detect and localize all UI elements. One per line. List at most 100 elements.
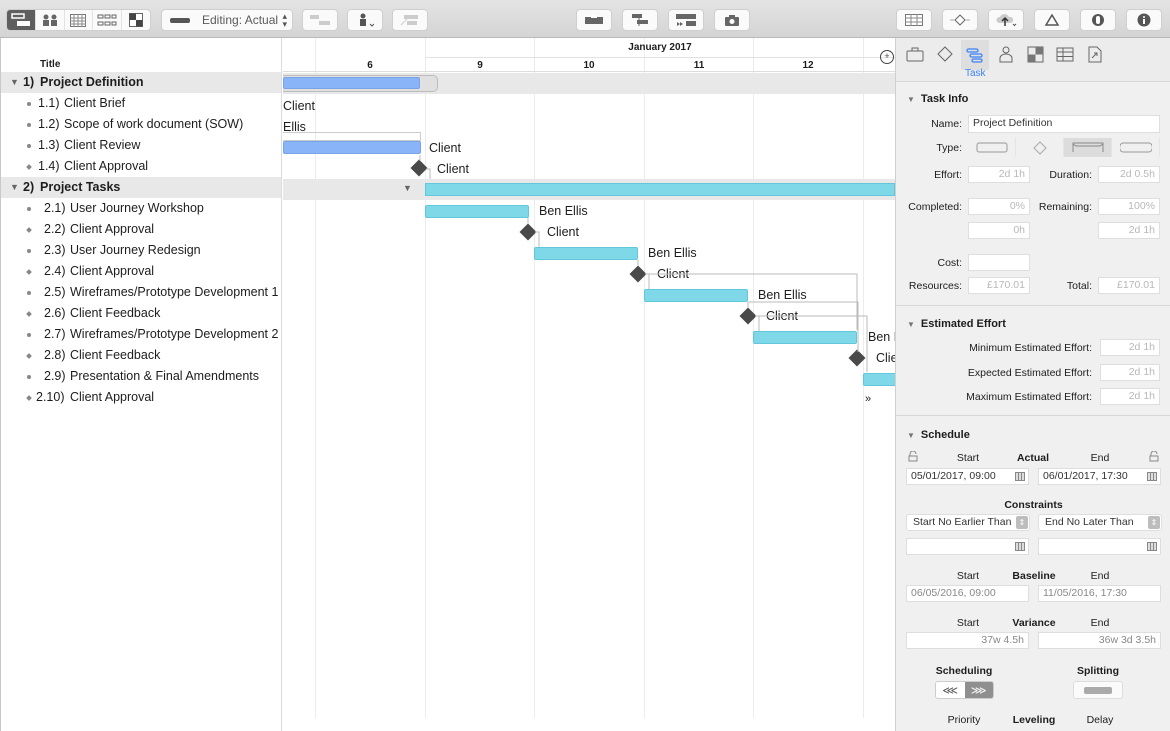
min-effort-field[interactable]: 2d 1h xyxy=(1100,339,1160,356)
outline-task-row[interactable]: 1.4) Client Approval xyxy=(1,156,281,177)
schedule-backward-icon[interactable]: ⋘ xyxy=(936,682,965,698)
outline-task-row[interactable]: 1.1) Client Brief xyxy=(1,93,281,114)
outline-task-row[interactable]: 2.1) User Journey Workshop xyxy=(1,198,281,219)
table-button[interactable] xyxy=(896,9,932,31)
outline-title[interactable]: Presentation & Final Amendments xyxy=(70,366,259,387)
network-view-button[interactable] xyxy=(93,10,123,30)
outline-title[interactable]: Project Tasks xyxy=(40,177,120,198)
gantt-view-button[interactable] xyxy=(7,10,36,30)
outline-task-row[interactable]: 2.7) Wireframes/Prototype Development 2 xyxy=(1,324,281,345)
constraint-start-popup[interactable]: Start No Earlier Than ⇕ xyxy=(906,514,1030,531)
calendar-view-button[interactable] xyxy=(65,10,94,30)
group-tasks-button[interactable] xyxy=(622,9,658,31)
outline-group-row[interactable]: ▼ 2) Project Tasks xyxy=(1,177,281,198)
lock-start-icon[interactable] xyxy=(908,451,918,462)
total-cost-field[interactable]: £170.01 xyxy=(1098,277,1160,294)
scheduling-direction-selector[interactable]: ⋘ ⋙ xyxy=(935,681,994,699)
tab-table[interactable] xyxy=(1051,42,1079,66)
lock-end-icon[interactable] xyxy=(1149,451,1159,462)
outline-title[interactable]: Client Review xyxy=(64,135,140,156)
calendar-icon[interactable] xyxy=(1015,542,1025,551)
outline-title[interactable]: Wireframes/Prototype Development 2 xyxy=(70,324,278,345)
resource-view-button[interactable] xyxy=(36,10,65,30)
tab-project[interactable] xyxy=(901,42,929,66)
remaining-percent-field[interactable]: 100% xyxy=(1098,198,1160,215)
section-estimated-effort[interactable]: ▼ Estimated Effort xyxy=(907,318,1006,330)
outline-task-row[interactable]: 2.5) Wireframes/Prototype Development 1 xyxy=(1,282,281,303)
split-task-button[interactable] xyxy=(392,9,428,31)
cost-field[interactable] xyxy=(968,254,1030,271)
outline-title[interactable]: Scope of work document (SOW) xyxy=(64,114,243,135)
tab-export[interactable] xyxy=(1081,42,1109,66)
outline-title[interactable]: Project Definition xyxy=(40,72,143,93)
section-schedule[interactable]: ▼ Schedule xyxy=(907,429,970,441)
calendar-icon[interactable] xyxy=(1147,472,1157,481)
type-hammock-button[interactable] xyxy=(1112,138,1160,157)
outline-title[interactable]: User Journey Workshop xyxy=(70,198,204,219)
baseline-end-field[interactable]: 11/05/2016, 17:30 xyxy=(1038,585,1161,602)
snapshot-button[interactable] xyxy=(714,9,750,31)
outline-title[interactable]: Client Approval xyxy=(64,156,148,177)
outline-title[interactable]: Wireframes/Prototype Development 1 xyxy=(70,282,278,303)
splitting-toggle[interactable] xyxy=(1073,681,1123,699)
section-task-info[interactable]: ▼ Task Info xyxy=(907,93,968,105)
title-column-header[interactable]: Title xyxy=(40,59,60,70)
info-button[interactable] xyxy=(1126,9,1162,31)
completed-percent-field[interactable]: 0% xyxy=(968,198,1030,215)
tab-styles[interactable] xyxy=(1021,42,1049,66)
actual-start-field[interactable]: 05/01/2017, 09:00 xyxy=(906,468,1029,485)
styles-view-button[interactable] xyxy=(122,10,150,30)
outline-title[interactable]: Client Approval xyxy=(70,261,154,282)
duration-field[interactable]: 2d 0.5h xyxy=(1098,166,1160,183)
expected-effort-field[interactable]: 2d 1h xyxy=(1100,364,1160,381)
tab-milestone[interactable] xyxy=(931,42,959,66)
baseline-start-field[interactable]: 06/05/2016, 09:00 xyxy=(906,585,1029,602)
constraint-end-date-field[interactable] xyxy=(1038,538,1161,555)
outline-title[interactable]: Client Approval xyxy=(70,219,154,240)
type-task-button[interactable] xyxy=(968,138,1016,157)
type-group-button[interactable] xyxy=(1064,138,1112,157)
outline-task-row[interactable]: 2.6) Client Feedback xyxy=(1,303,281,324)
actual-end-field[interactable]: 06/01/2017, 17:30 xyxy=(1038,468,1161,485)
outline-task-row[interactable]: 2.9) Presentation & Final Amendments xyxy=(1,366,281,387)
milestone-view-button[interactable] xyxy=(942,9,978,31)
schedule-forward-icon[interactable]: ⋙ xyxy=(964,682,993,698)
outline-title[interactable]: Client Feedback xyxy=(70,345,160,366)
outline-title[interactable]: Client Feedback xyxy=(70,303,160,324)
view-mode-selector[interactable] xyxy=(6,9,151,31)
outline-task-row[interactable]: 2.10) Client Approval xyxy=(1,387,281,408)
tab-resource[interactable] xyxy=(992,42,1020,66)
editing-mode-popup[interactable]: Editing: Actual ▴ ▾ xyxy=(161,9,293,31)
outline-task-row[interactable]: 2.2) Client Approval xyxy=(1,219,281,240)
outline-task-row[interactable]: 2.3) User Journey Redesign xyxy=(1,240,281,261)
outline-group-row[interactable]: ▼ 1) Project Definition xyxy=(1,72,281,93)
remaining-time-field[interactable]: 2d 1h xyxy=(1098,222,1160,239)
type-milestone-button[interactable] xyxy=(1016,138,1064,157)
outline-task-row[interactable]: 1.2) Scope of work document (SOW) xyxy=(1,114,281,135)
effort-field[interactable]: 2d 1h xyxy=(968,166,1030,183)
focus-button[interactable] xyxy=(1080,9,1116,31)
completed-time-field[interactable]: 0h xyxy=(968,222,1030,239)
outline-task-row[interactable]: 2.4) Client Approval xyxy=(1,261,281,282)
name-field[interactable]: Project Definition xyxy=(968,115,1160,133)
tab-task[interactable] xyxy=(961,40,989,70)
connect-tasks-button[interactable] xyxy=(302,9,338,31)
disclosure-triangle-icon[interactable]: ▼ xyxy=(10,72,19,93)
outline-task-row[interactable]: 1.3) Client Review xyxy=(1,135,281,156)
calendar-icon[interactable] xyxy=(1015,472,1025,481)
baseline-button[interactable] xyxy=(576,9,612,31)
outline-title[interactable]: Client Brief xyxy=(64,93,125,114)
outline-task-row[interactable]: 2.8) Client Feedback xyxy=(1,345,281,366)
resources-cost-field[interactable]: £170.01 xyxy=(968,277,1030,294)
catch-up-button[interactable] xyxy=(668,9,704,31)
outline-title[interactable]: Client Approval xyxy=(70,387,154,408)
variance-button[interactable] xyxy=(1034,9,1070,31)
outline-title[interactable]: User Journey Redesign xyxy=(70,240,201,261)
constraint-start-date-field[interactable] xyxy=(906,538,1029,555)
max-effort-field[interactable]: 2d 1h xyxy=(1100,388,1160,405)
constraint-end-popup[interactable]: End No Later Than ⇕ xyxy=(1038,514,1162,531)
share-button[interactable] xyxy=(988,9,1024,31)
disclosure-triangle-icon[interactable]: ▼ xyxy=(10,177,19,198)
assign-resource-button[interactable] xyxy=(347,9,383,31)
calendar-icon[interactable] xyxy=(1147,542,1157,551)
